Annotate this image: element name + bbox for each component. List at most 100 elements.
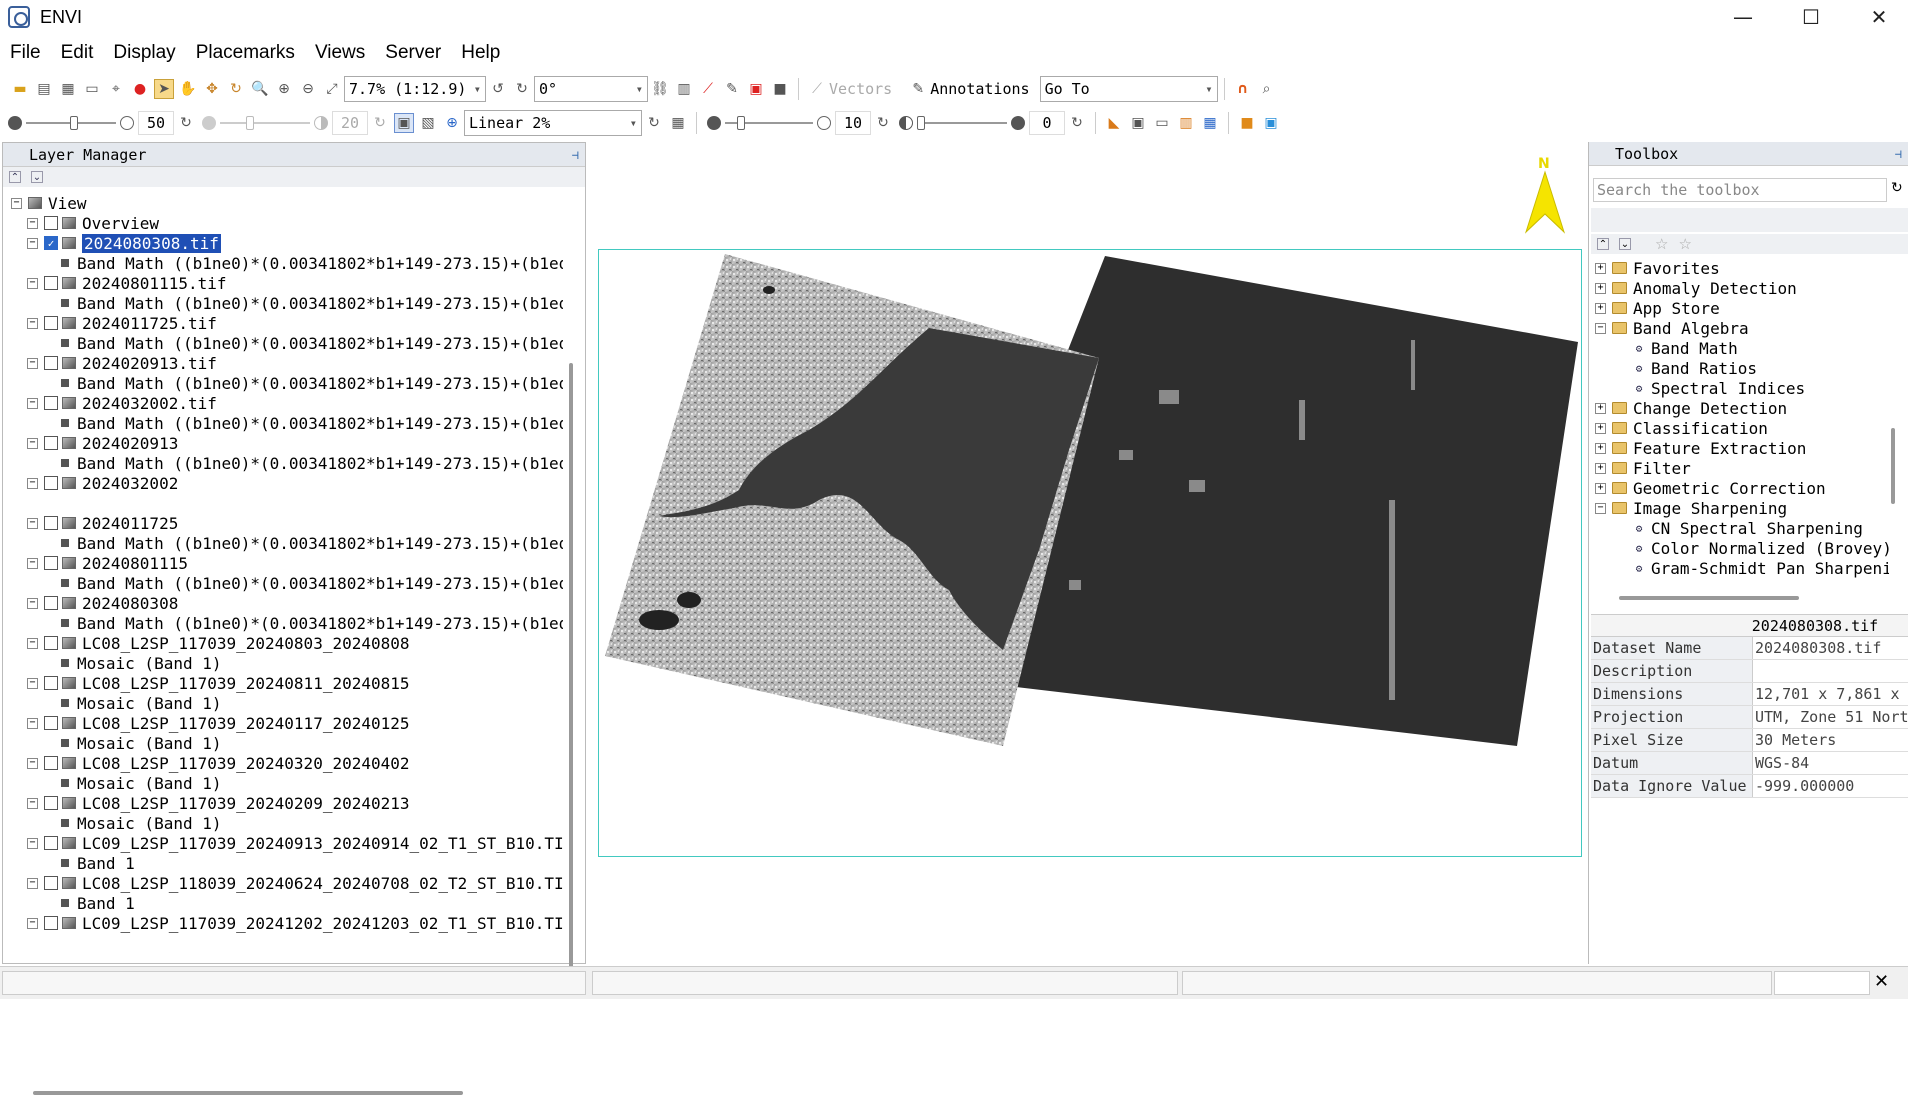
layer-row[interactable]: − 2024011725	[27, 513, 178, 533]
toolbox-folder[interactable]: + Geometric Correction	[1595, 478, 1826, 498]
collapse-icon[interactable]: −	[27, 917, 38, 929]
close-button[interactable]: ✕	[1852, 0, 1906, 34]
crosshair-icon[interactable]: ⌖	[106, 79, 126, 99]
chip-icon[interactable]: ▣	[1128, 113, 1148, 133]
layer-visibility-checkbox[interactable]	[44, 756, 58, 770]
toolbox-folder[interactable]: − Image Sharpening	[1595, 498, 1787, 518]
portal-icon[interactable]: ▣	[746, 79, 766, 99]
collapse-icon[interactable]: −	[11, 197, 22, 209]
layer-visibility-checkbox[interactable]	[44, 876, 58, 890]
expand-icon[interactable]: +	[1595, 262, 1606, 274]
collapse-icon[interactable]: −	[27, 357, 38, 369]
menu-file[interactable]: File	[10, 42, 41, 64]
collapse-icon[interactable]: −	[27, 837, 38, 849]
fly-icon[interactable]: ✥	[202, 79, 222, 99]
collapse-icon[interactable]: −	[27, 517, 38, 529]
favorite-add-icon[interactable]: ☆	[1655, 235, 1668, 253]
favorite-remove-icon[interactable]: ☆	[1678, 235, 1691, 253]
band-row[interactable]: Band 1	[61, 853, 135, 873]
display-icon[interactable]: ▭	[82, 79, 102, 99]
refresh-stretch-icon[interactable]: ↻	[644, 113, 664, 133]
toolbox-search-input[interactable]: Search the toolbox	[1593, 178, 1887, 202]
placemark-icon[interactable]: ●	[130, 79, 150, 99]
stretch-target-icon[interactable]: ⊕	[442, 113, 462, 133]
layer-visibility-checkbox[interactable]	[44, 276, 58, 290]
view-one-icon[interactable]: ▭	[1152, 113, 1172, 133]
profile-icon[interactable]: ◣	[1104, 113, 1124, 133]
transparency-slider[interactable]	[917, 113, 1007, 133]
layer-row[interactable]: − LC08_L2SP_117039_20240811_20240815	[27, 673, 410, 693]
layer-row[interactable]: − 2024080308	[27, 593, 178, 613]
layer-row[interactable]: − LC08_L2SP_118039_20240624_20240708_02_T…	[27, 873, 563, 893]
goto-combo[interactable]: Go To ▾	[1039, 76, 1218, 102]
collapse-icon[interactable]: −	[27, 797, 38, 809]
collapse-icon[interactable]: −	[27, 277, 38, 289]
collapse-icon[interactable]: −	[27, 317, 38, 329]
collapse-icon[interactable]: −	[1595, 502, 1606, 514]
collapse-icon[interactable]: −	[27, 557, 38, 569]
layer-visibility-checkbox[interactable]	[44, 596, 58, 610]
toolbox-folder[interactable]: + Filter	[1595, 458, 1691, 478]
expand-icon[interactable]: +	[1595, 282, 1606, 294]
pin-icon[interactable]: ⊣	[572, 148, 579, 162]
band-row[interactable]: Band Math ((b1ne0)*(0.00341802*b1+149-27…	[61, 413, 563, 433]
collapse-icon[interactable]: −	[27, 677, 38, 689]
collapse-icon[interactable]: −	[27, 877, 38, 889]
toolbox-vertical-scrollbar[interactable]	[1891, 428, 1895, 504]
layer-visibility-checkbox[interactable]	[44, 316, 58, 330]
reset-brightness-icon[interactable]: ↻	[176, 113, 196, 133]
annotation-box-icon[interactable]: ■	[770, 79, 790, 99]
toolbox-tool[interactable]: ⚙ Gram-Schmidt Pan Sharpening	[1633, 558, 1889, 578]
refresh-icon[interactable]: ↻	[1891, 180, 1903, 196]
menu-help[interactable]: Help	[461, 42, 500, 64]
toolbox-tool[interactable]: ⚙ Band Ratios	[1633, 358, 1757, 378]
contrast-slider[interactable]	[220, 113, 310, 133]
open-file-icon[interactable]: ▬	[10, 79, 30, 99]
pin-icon[interactable]: ⊣	[1895, 147, 1902, 161]
layer-visibility-checkbox[interactable]	[44, 556, 58, 570]
collapse-icon[interactable]: −	[27, 597, 38, 609]
expand-all-icon[interactable]: ⌄	[1619, 238, 1631, 250]
menu-views[interactable]: Views	[315, 42, 365, 64]
menu-display[interactable]: Display	[113, 42, 175, 64]
band-row[interactable]: Band Math ((b1ne0)*(0.00341802*b1+149-27…	[61, 533, 563, 553]
search-icon[interactable]: ⌕	[1257, 79, 1277, 99]
layer-tree-horizontal-scrollbar[interactable]	[33, 1091, 463, 1095]
layer-visibility-checkbox[interactable]	[44, 216, 58, 230]
layer-visibility-checkbox[interactable]	[44, 796, 58, 810]
select-cursor-icon[interactable]: ➤	[154, 79, 174, 99]
transparency-value[interactable]: 0	[1029, 111, 1065, 135]
collapse-all-icon[interactable]: ⌃	[1597, 238, 1609, 250]
link-icon[interactable]: ⛓	[650, 79, 670, 99]
toolbox-folder[interactable]: + Change Detection	[1595, 398, 1787, 418]
toolbox-tool[interactable]: ⚙ Color Normalized (Brovey)	[1633, 538, 1889, 558]
sharpen-value[interactable]: 10	[835, 111, 871, 135]
toolbox-folder[interactable]: + App Store	[1595, 298, 1720, 318]
layer-visibility-checkbox[interactable]	[44, 636, 58, 650]
toolbox-tool[interactable]: ⚙ Spectral Indices	[1633, 378, 1805, 398]
band-row[interactable]: Mosaic (Band 1)	[61, 693, 222, 713]
stretch-type-icon[interactable]: ▣	[394, 113, 414, 133]
expand-icon[interactable]: +	[1595, 302, 1606, 314]
menu-placemarks[interactable]: Placemarks	[196, 42, 295, 64]
band-row[interactable]: Band 1	[61, 893, 135, 913]
collapse-icon[interactable]: −	[27, 237, 38, 249]
band-row[interactable]: Band Math ((b1ne0)*(0.00341802*b1+149-27…	[61, 453, 563, 473]
band-row[interactable]: Mosaic (Band 1)	[61, 773, 222, 793]
collapse-icon[interactable]: −	[27, 437, 38, 449]
band-row[interactable]: Band Math ((b1ne0)*(0.00341802*b1+149-27…	[61, 293, 563, 313]
layer-row[interactable]: − 20240801115	[27, 553, 188, 573]
toolbox-tool[interactable]: ⚙ CN Spectral Sharpening	[1633, 518, 1863, 538]
collapse-icon[interactable]: −	[27, 717, 38, 729]
rotation-combo[interactable]: 0° ▾	[534, 76, 648, 102]
view-four-icon[interactable]: ▦	[1200, 113, 1220, 133]
vectors-icon[interactable]: ⟋	[807, 79, 827, 99]
layer-visibility-checkbox[interactable]	[44, 916, 58, 930]
data-manager-icon[interactable]: ▤	[34, 79, 54, 99]
headset-icon[interactable]: ∩	[1233, 79, 1253, 99]
grid-icon[interactable]: ▥	[674, 79, 694, 99]
layer-manager-icon[interactable]: ▦	[58, 79, 78, 99]
view-two-icon[interactable]: ▥	[1176, 113, 1196, 133]
export-icon[interactable]: ▣	[1261, 113, 1281, 133]
band-row[interactable]: Band Math ((b1ne0)*(0.00341802*b1+149-27…	[61, 253, 563, 273]
